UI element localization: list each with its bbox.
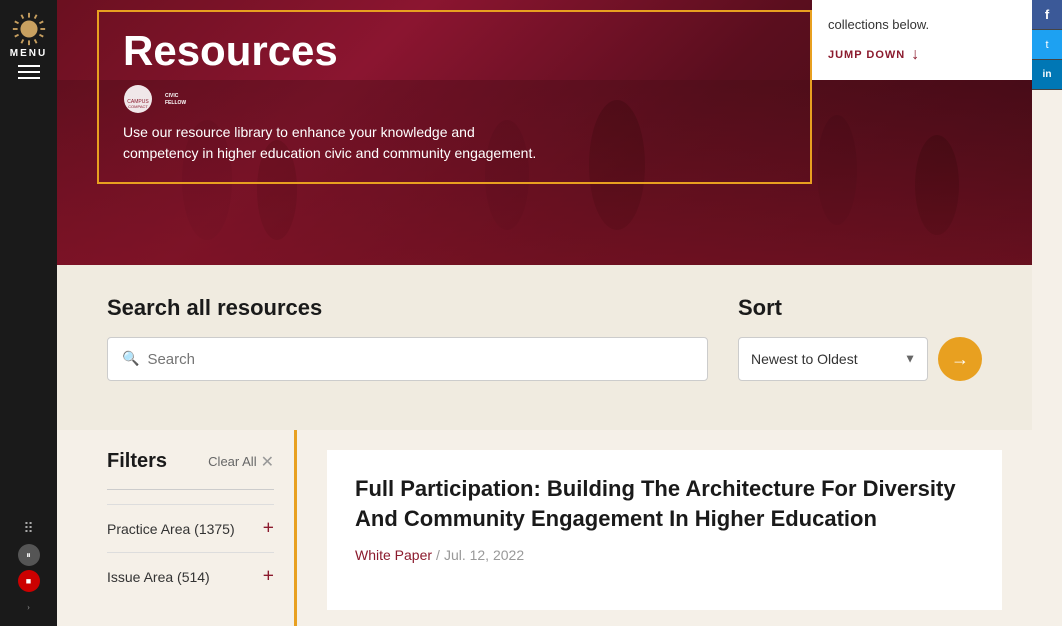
filters-title: Filters bbox=[107, 450, 167, 473]
info-box-text: collections below. bbox=[828, 16, 1016, 34]
grid-icon[interactable]: ⠿ bbox=[18, 518, 40, 540]
search-icon: 🔍 bbox=[122, 351, 139, 368]
sort-container: Sort Newest to Oldest Oldest to Newest A… bbox=[738, 295, 982, 381]
search-submit-button[interactable]: → bbox=[938, 337, 982, 381]
next-button[interactable]: › bbox=[18, 596, 40, 618]
result-type[interactable]: White Paper bbox=[355, 547, 432, 563]
filter-issue-area[interactable]: Issue Area (514) + bbox=[107, 552, 274, 600]
campus-compact-logo: CAMPUS COMPACT CIVIC FELLOW bbox=[123, 84, 193, 114]
filter-issue-area-label: Issue Area (514) bbox=[107, 569, 210, 585]
twitter-icon: t bbox=[1045, 39, 1048, 51]
info-box: collections below. JUMP DOWN ↓ bbox=[812, 0, 1032, 80]
hero-subtitle: Use our resource library to enhance your… bbox=[123, 122, 786, 164]
left-nav: MENU ↑ ⠿ ⏸ ■ › bbox=[0, 0, 57, 626]
bottom-area: Filters Clear All ✕ Practice Area (1375)… bbox=[57, 430, 1032, 626]
jump-label: JUMP DOWN bbox=[828, 49, 905, 61]
search-section-label: Search all resources bbox=[107, 295, 708, 321]
filter-practice-area[interactable]: Practice Area (1375) + bbox=[107, 504, 274, 552]
hamburger-icon[interactable] bbox=[18, 65, 40, 79]
result-title: Full Participation: Building The Archite… bbox=[355, 474, 974, 533]
result-separator: / bbox=[436, 547, 440, 563]
result-meta: White Paper / Jul. 12, 2022 bbox=[355, 547, 974, 563]
facebook-link[interactable]: f bbox=[1032, 0, 1062, 30]
svg-text:CIVIC: CIVIC bbox=[165, 93, 179, 99]
hero-section: Resources CAMPUS COMPACT CIVIC FELLOW Us… bbox=[57, 0, 1032, 265]
search-section: Search all resources 🔍 Sort Newest to Ol… bbox=[57, 265, 1032, 430]
stop-button[interactable]: ■ bbox=[18, 570, 40, 592]
jump-down-link[interactable]: JUMP DOWN ↓ bbox=[828, 46, 1016, 64]
logo-icon[interactable] bbox=[10, 10, 48, 48]
twitter-link[interactable]: t bbox=[1032, 30, 1062, 60]
linkedin-icon: in bbox=[1043, 69, 1052, 80]
arrow-right-icon: → bbox=[951, 349, 969, 370]
results-panel: Full Participation: Building The Archite… bbox=[297, 430, 1032, 626]
sort-select[interactable]: Newest to Oldest Oldest to Newest A to Z… bbox=[738, 337, 928, 381]
result-date: Jul. 12, 2022 bbox=[444, 547, 524, 563]
hero-title: Resources bbox=[123, 30, 786, 72]
linkedin-link[interactable]: in bbox=[1032, 60, 1062, 90]
filter-practice-area-label: Practice Area (1375) bbox=[107, 521, 235, 537]
facebook-icon: f bbox=[1045, 7, 1049, 22]
search-input[interactable] bbox=[147, 351, 693, 368]
media-controls: ⠿ ⏸ ■ › bbox=[0, 510, 57, 626]
svg-text:FELLOW: FELLOW bbox=[165, 100, 186, 106]
result-card: Full Participation: Building The Archite… bbox=[327, 450, 1002, 610]
filters-header: Filters Clear All ✕ bbox=[107, 450, 274, 473]
social-sidebar: f t in bbox=[1032, 0, 1062, 90]
svg-text:COMPACT: COMPACT bbox=[128, 104, 148, 109]
sort-select-wrapper: Newest to Oldest Oldest to Newest A to Z… bbox=[738, 337, 928, 381]
close-icon: ✕ bbox=[261, 452, 274, 472]
search-box: 🔍 bbox=[107, 337, 708, 381]
clear-all-button[interactable]: Clear All ✕ bbox=[208, 452, 274, 472]
expand-issue-area-icon: + bbox=[263, 565, 274, 588]
down-arrow-icon: ↓ bbox=[911, 46, 920, 64]
hero-content-box: Resources CAMPUS COMPACT CIVIC FELLOW Us… bbox=[97, 10, 812, 184]
menu-label[interactable]: MENU bbox=[10, 48, 47, 59]
expand-practice-area-icon: + bbox=[263, 517, 274, 540]
filters-panel: Filters Clear All ✕ Practice Area (1375)… bbox=[57, 430, 297, 626]
sort-label: Sort bbox=[738, 295, 782, 321]
pause-button[interactable]: ⏸ bbox=[18, 544, 40, 566]
